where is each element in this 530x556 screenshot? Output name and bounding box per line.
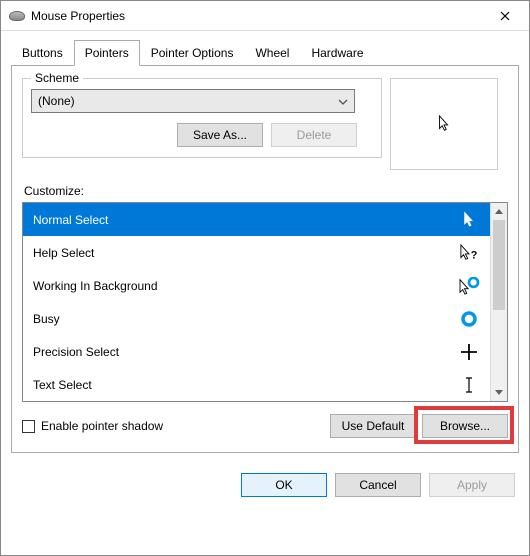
list-item-label: Text Select (33, 378, 92, 392)
list-item[interactable]: Normal Select (23, 203, 490, 236)
list-item-label: Normal Select (33, 213, 108, 227)
pointer-list[interactable]: Normal Select Help Select ? Working In B… (22, 202, 508, 402)
scroll-track[interactable] (491, 220, 507, 384)
cursor-working-icon (458, 277, 480, 295)
cursor-busy-icon (458, 310, 480, 328)
tab-hardware[interactable]: Hardware (300, 40, 374, 66)
scroll-thumb[interactable] (493, 220, 505, 310)
cursor-precision-icon (458, 343, 480, 361)
browse-button[interactable]: Browse... (422, 414, 508, 438)
cancel-button[interactable]: Cancel (335, 473, 421, 497)
scroll-down-button[interactable] (491, 384, 507, 401)
svg-text:?: ? (471, 249, 478, 261)
tab-pointer-options[interactable]: Pointer Options (140, 40, 245, 66)
list-item[interactable]: Precision Select (23, 335, 490, 368)
preview-box (390, 78, 498, 170)
title-bar: Mouse Properties (1, 1, 529, 31)
chevron-down-icon (338, 94, 348, 108)
list-item[interactable]: Working In Background (23, 269, 490, 302)
save-as-button[interactable]: Save As... (177, 123, 263, 147)
scrollbar[interactable] (490, 203, 507, 401)
apply-button: Apply (429, 473, 515, 497)
tab-wheel[interactable]: Wheel (244, 40, 300, 66)
tab-buttons[interactable]: Buttons (11, 40, 74, 66)
list-item[interactable]: Busy (23, 302, 490, 335)
cursor-arrow-icon (458, 211, 480, 229)
list-item[interactable]: Help Select ? (23, 236, 490, 269)
cursor-arrow-icon (437, 115, 451, 133)
delete-button: Delete (271, 123, 357, 147)
scheme-legend: Scheme (31, 71, 83, 85)
close-button[interactable] (485, 2, 525, 30)
ok-button[interactable]: OK (241, 473, 327, 497)
list-item-label: Help Select (33, 246, 94, 260)
scheme-selected: (None) (38, 94, 75, 108)
scroll-up-button[interactable] (491, 203, 507, 220)
list-item-label: Working In Background (33, 279, 158, 293)
window-title: Mouse Properties (31, 9, 485, 23)
use-default-button[interactable]: Use Default (330, 414, 416, 438)
list-item[interactable]: Text Select (23, 368, 490, 401)
customize-label: Customize: (24, 184, 508, 198)
cursor-help-icon: ? (458, 244, 480, 262)
shadow-checkbox[interactable] (22, 420, 35, 433)
shadow-label: Enable pointer shadow (41, 419, 163, 433)
list-item-label: Busy (33, 312, 60, 326)
tabs: Buttons Pointers Pointer Options Wheel H… (11, 39, 519, 66)
cursor-ibeam-icon (458, 376, 480, 394)
scheme-select[interactable]: (None) (31, 89, 355, 113)
footer: OK Cancel Apply (1, 461, 529, 509)
tab-pointers[interactable]: Pointers (74, 40, 140, 66)
list-item-label: Precision Select (33, 345, 119, 359)
scheme-group: Scheme (None) Save As... Delete (22, 78, 382, 158)
mouse-icon (9, 11, 25, 21)
tab-panel: Scheme (None) Save As... Delete Customi (11, 66, 519, 453)
